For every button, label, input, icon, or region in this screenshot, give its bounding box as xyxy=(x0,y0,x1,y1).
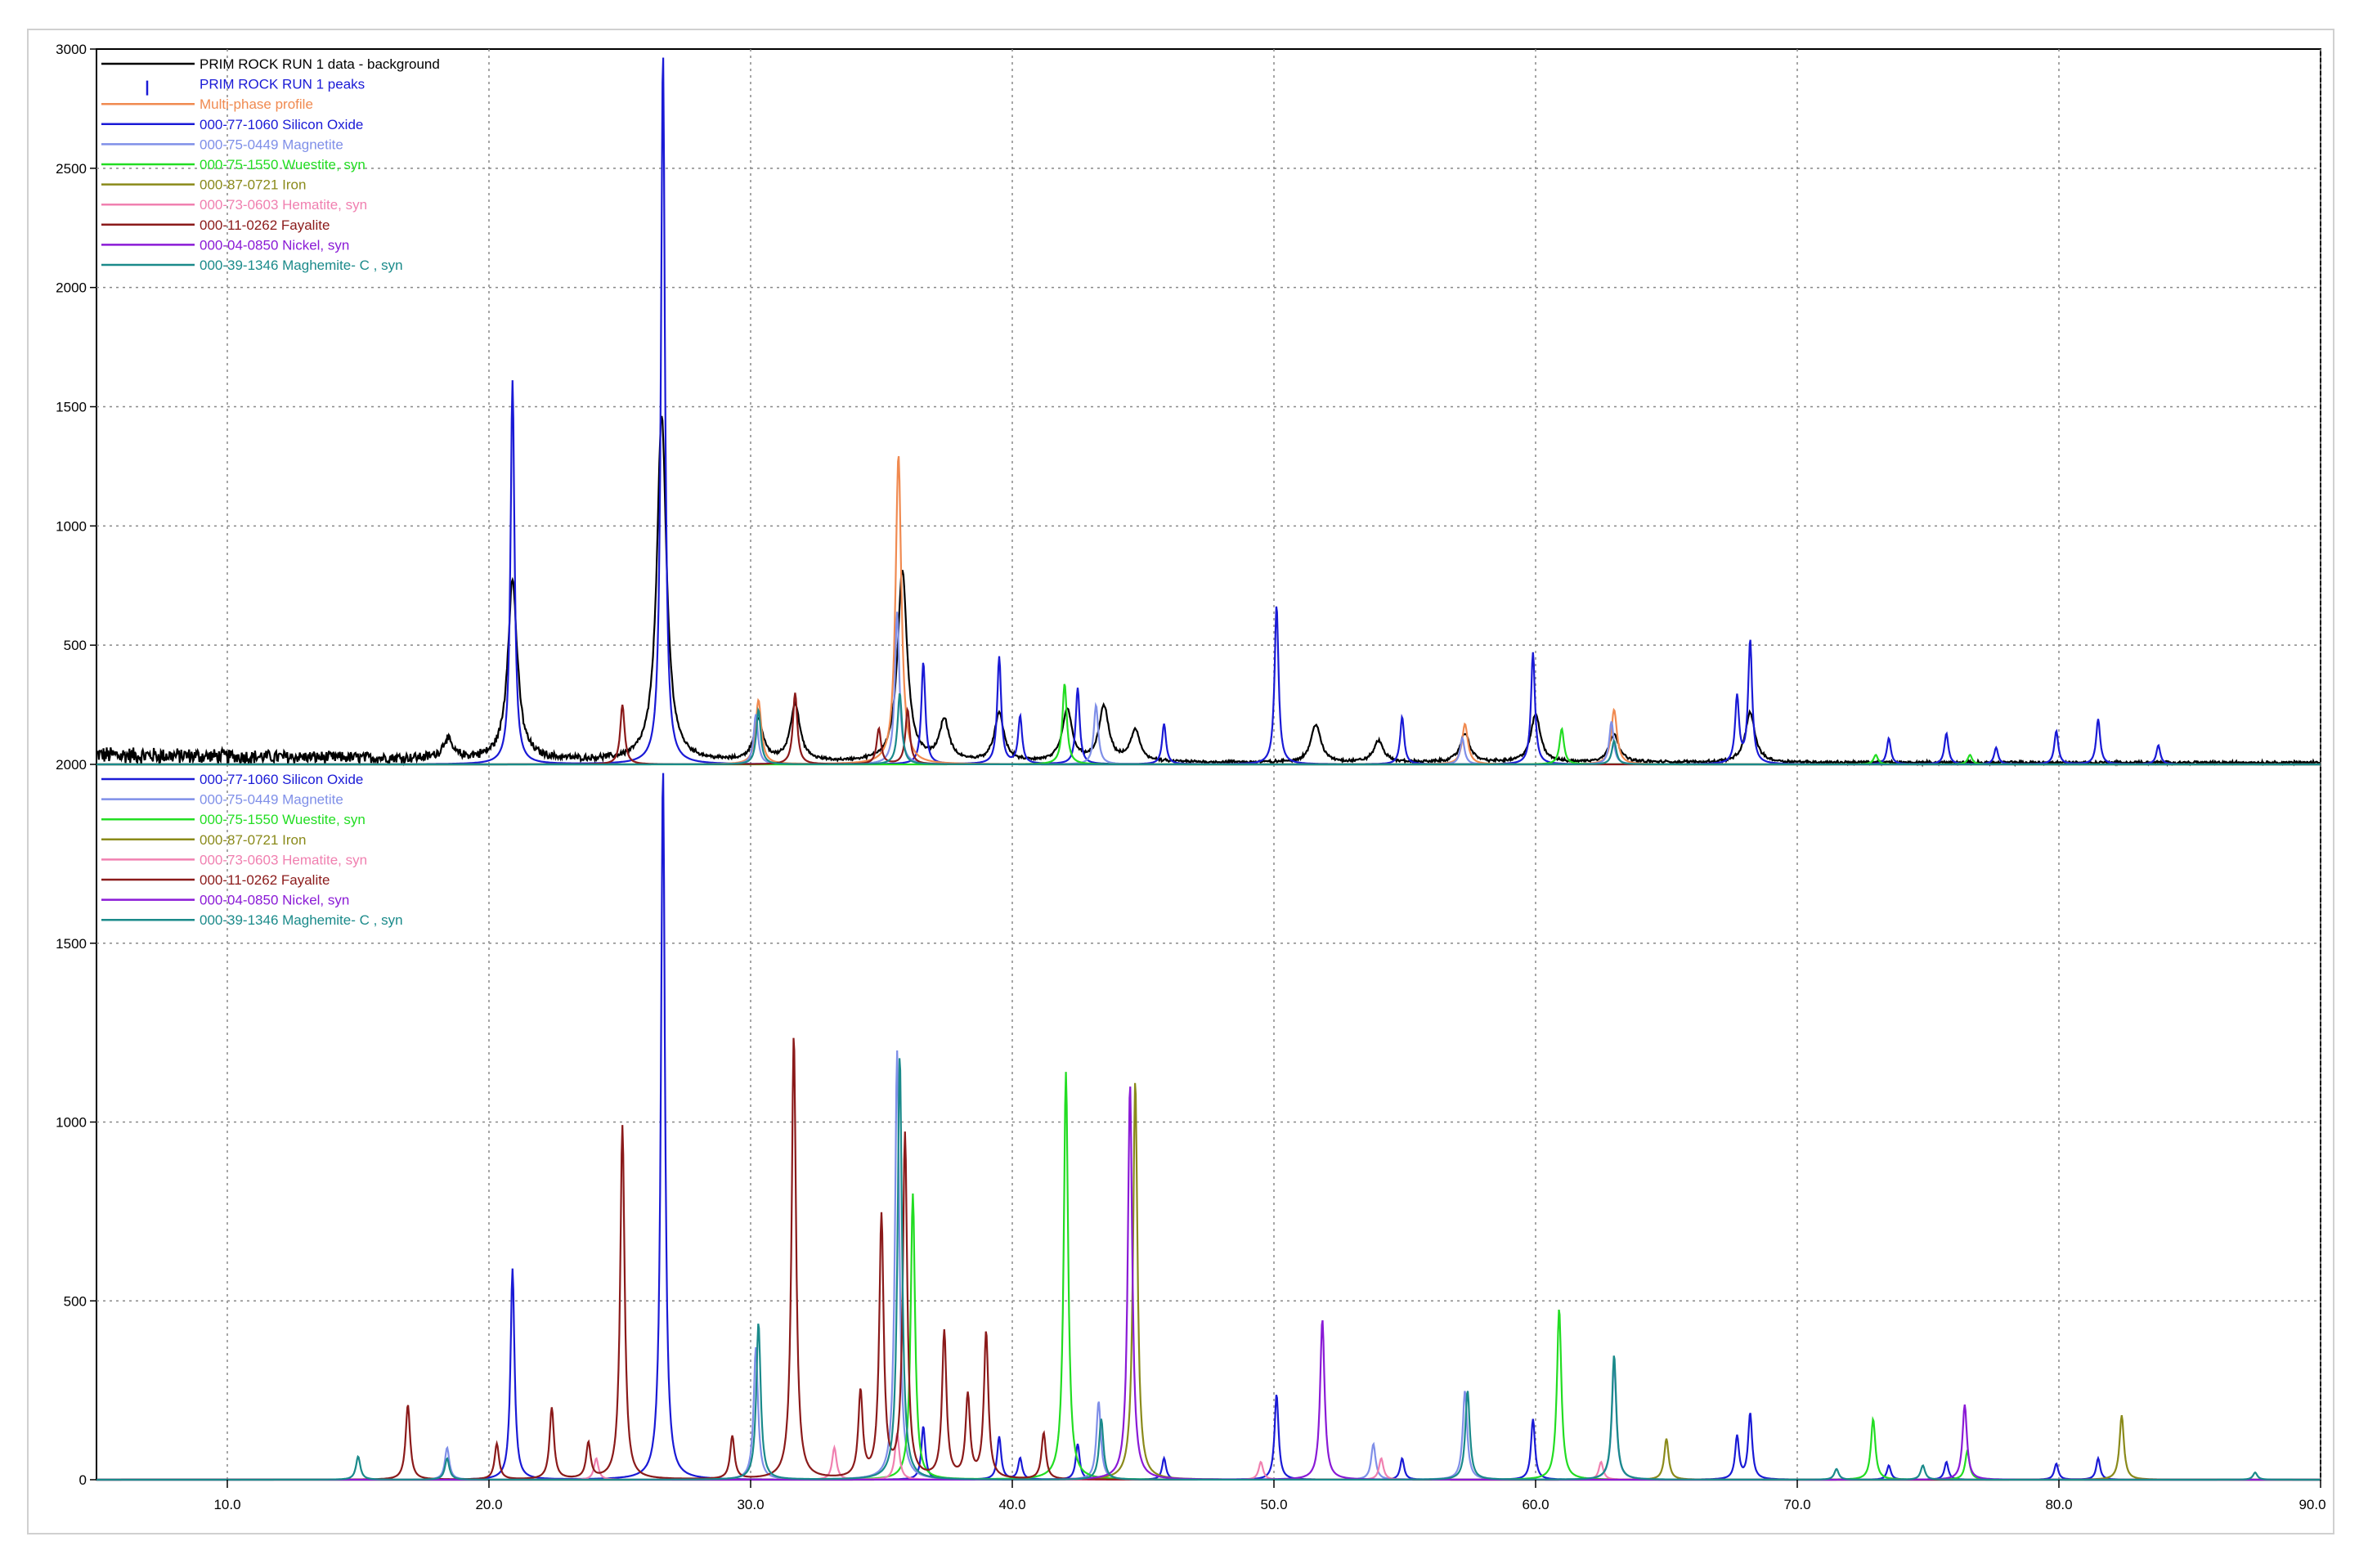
xrd-plot-svg: 3000 2500 2000 1500 1000 500 2000 1500 1000 500 0 1… xyxy=(27,29,2334,1534)
legend-entry-1-6: 000-04-0850 Nickel, syn xyxy=(200,893,349,908)
legend-entry-0-10: 000-39-1346 Maghemite- C , syn xyxy=(200,258,403,273)
legend-entry-0-6: 000-87-0721 Iron xyxy=(200,177,306,193)
y-tick-label-1-0: 1500 xyxy=(56,936,87,952)
legend-entry-1-7: 000-39-1346 Maghemite- C , syn xyxy=(200,912,403,928)
x-tick-label-8: 90.0 xyxy=(2298,1497,2325,1512)
legend-entry-1-5: 000-11-0262 Fayalite xyxy=(200,872,330,888)
legend-entry-1-3: 000-87-0721 Iron xyxy=(200,832,306,848)
legend-entry-0-7: 000-73-0603 Hematite, syn xyxy=(200,197,367,213)
legend-entry-1-4: 000-73-0603 Hematite, syn xyxy=(200,852,367,867)
legend-entry-0-9: 000-04-0850 Nickel, syn xyxy=(200,237,349,253)
legend-entry-1-1: 000-75-0449 Magnetite xyxy=(200,792,343,808)
legend-entry-0-1: PRIM ROCK RUN 1 peaks xyxy=(200,77,365,92)
y-tick-label-1-3: 0 xyxy=(79,1472,87,1488)
x-tick-label-6: 70.0 xyxy=(1783,1497,1810,1512)
y-tick-label-0-5: 500 xyxy=(64,638,87,653)
x-tick-label-5: 60.0 xyxy=(1522,1497,1549,1512)
legend-entry-0-3: 000-77-1060 Silicon Oxide xyxy=(200,117,363,132)
xrd-pattern-figure: 3000 2500 2000 1500 1000 500 2000 1500 1000 500 0 1… xyxy=(0,0,2368,1564)
y-tick-label-0-3: 1500 xyxy=(56,400,87,415)
legend-entry-0-4: 000-75-0449 Magnetite xyxy=(200,137,343,152)
y-tick-label-0-1: 2500 xyxy=(56,161,87,177)
x-tick-label-4: 50.0 xyxy=(1260,1497,1287,1512)
y-tick-label-1-1: 1000 xyxy=(56,1115,87,1131)
legend-entry-1-2: 000-75-1550 Wuestite, syn xyxy=(200,812,366,827)
y-tick-label-0-0: 3000 xyxy=(56,42,87,57)
legend-entry-0-8: 000-11-0262 Fayalite xyxy=(200,217,330,233)
legend-entry-1-0: 000-77-1060 Silicon Oxide xyxy=(200,772,363,787)
x-tick-label-7: 80.0 xyxy=(2045,1497,2072,1512)
x-tick-label-1: 20.0 xyxy=(475,1497,502,1512)
legend-entry-0-5: 000-75-1550 Wuestite, syn xyxy=(200,157,366,172)
y-tick-label-0-6: 2000 xyxy=(56,757,87,773)
x-tick-label-3: 40.0 xyxy=(998,1497,1025,1512)
y-tick-label-0-2: 2000 xyxy=(56,280,87,296)
legend-entry-0-0: PRIM ROCK RUN 1 data - background xyxy=(200,56,440,72)
legend-entry-0-2: Multi-phase profile xyxy=(200,96,313,112)
x-tick-label-2: 30.0 xyxy=(737,1497,764,1512)
x-tick-label-0: 10.0 xyxy=(213,1497,240,1512)
y-tick-label-0-4: 1000 xyxy=(56,518,87,534)
y-tick-label-1-2: 500 xyxy=(64,1293,87,1309)
